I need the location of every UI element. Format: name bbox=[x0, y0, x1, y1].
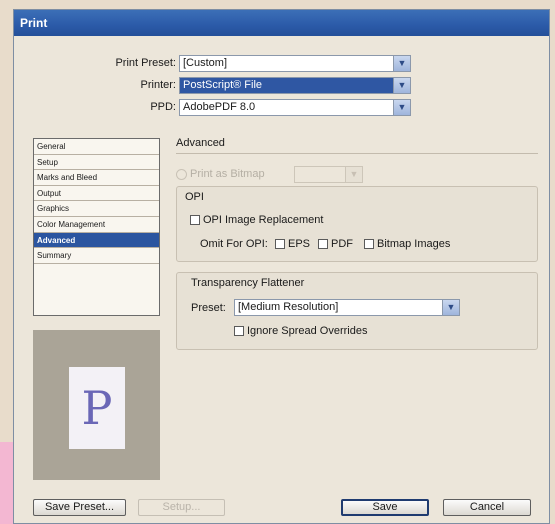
flattener-title: Transparency Flattener bbox=[191, 277, 305, 289]
category-list: General Setup Marks and Bleed Output Gra… bbox=[33, 138, 160, 316]
omit-bitmap-option[interactable]: Bitmap Images bbox=[364, 238, 450, 250]
omit-eps-checkbox[interactable] bbox=[275, 239, 285, 250]
opi-image-replacement-checkbox[interactable] bbox=[190, 215, 200, 226]
heading-divider bbox=[176, 153, 538, 154]
save-preset-button[interactable]: Save Preset... bbox=[33, 499, 126, 516]
save-button[interactable]: Save bbox=[341, 499, 429, 516]
omit-pdf-option[interactable]: PDF bbox=[318, 238, 353, 250]
title-bar: Print bbox=[14, 10, 549, 36]
bitmap-resolution-select[interactable]: ▼ bbox=[294, 166, 363, 183]
chevron-down-icon[interactable]: ▼ bbox=[442, 300, 459, 315]
omit-bitmap-checkbox[interactable] bbox=[364, 239, 374, 250]
print-preset-select[interactable]: [Custom] ▼ bbox=[179, 55, 411, 72]
ppd-label: PPD: bbox=[150, 101, 176, 113]
transparency-flattener-group: Transparency Flattener Preset: [Medium R… bbox=[176, 272, 538, 350]
chevron-down-icon[interactable]: ▼ bbox=[345, 167, 362, 182]
category-marks-and-bleed[interactable]: Marks and Bleed bbox=[34, 170, 159, 186]
omit-pdf-checkbox[interactable] bbox=[318, 239, 328, 250]
category-general[interactable]: General bbox=[34, 139, 159, 155]
category-advanced[interactable]: Advanced bbox=[34, 232, 159, 249]
flattener-preset-select[interactable]: [Medium Resolution] ▼ bbox=[234, 299, 460, 316]
chevron-down-icon[interactable]: ▼ bbox=[393, 100, 410, 115]
opi-title: OPI bbox=[185, 191, 204, 203]
printer-value: PostScript® File bbox=[183, 79, 263, 91]
category-setup[interactable]: Setup bbox=[34, 155, 159, 171]
cancel-button[interactable]: Cancel bbox=[443, 499, 531, 516]
ignore-spread-overrides-checkbox[interactable] bbox=[234, 326, 244, 337]
panel-heading: Advanced bbox=[176, 137, 225, 149]
print-as-bitmap-checkbox[interactable] bbox=[176, 168, 187, 180]
background-edge bbox=[0, 442, 14, 524]
category-summary[interactable]: Summary bbox=[34, 248, 159, 264]
chevron-down-icon[interactable]: ▼ bbox=[393, 56, 410, 71]
flattener-preset-value: [Medium Resolution] bbox=[238, 301, 339, 313]
printer-select[interactable]: PostScript® File ▼ bbox=[179, 77, 411, 94]
opi-image-replacement-option[interactable]: OPI Image Replacement bbox=[190, 214, 323, 226]
printer-label: Printer: bbox=[140, 79, 176, 91]
setup-button[interactable]: Setup... bbox=[138, 499, 225, 516]
category-output[interactable]: Output bbox=[34, 186, 159, 202]
print-dialog: Print Print Preset: [Custom] ▼ Printer: … bbox=[13, 9, 550, 524]
category-graphics[interactable]: Graphics bbox=[34, 201, 159, 217]
print-preset-value: [Custom] bbox=[183, 57, 228, 69]
omit-for-opi-label: Omit For OPI: bbox=[200, 238, 268, 250]
page-preview: P bbox=[33, 330, 160, 480]
chevron-down-icon[interactable]: ▼ bbox=[393, 78, 410, 93]
opi-group: OPI OPI Image Replacement Omit For OPI: … bbox=[176, 186, 538, 262]
ignore-spread-overrides-option[interactable]: Ignore Spread Overrides bbox=[234, 325, 367, 337]
ppd-select[interactable]: AdobePDF 8.0 ▼ bbox=[179, 99, 411, 116]
flattener-preset-label: Preset: bbox=[191, 302, 226, 314]
preview-page: P bbox=[69, 367, 125, 449]
window-title: Print bbox=[20, 16, 48, 30]
category-color-management[interactable]: Color Management bbox=[34, 217, 159, 233]
omit-eps-option[interactable]: EPS bbox=[275, 238, 310, 250]
print-preset-label: Print Preset: bbox=[115, 57, 176, 69]
print-as-bitmap-option[interactable]: Print as Bitmap bbox=[176, 168, 265, 180]
ppd-value: AdobePDF 8.0 bbox=[183, 101, 256, 113]
